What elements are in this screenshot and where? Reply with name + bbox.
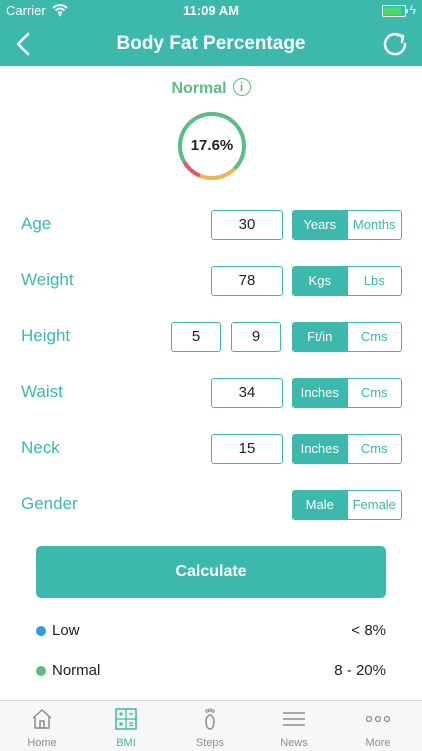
gender-toggle: Male Female (292, 490, 402, 520)
tab-bmi[interactable]: BMI (84, 701, 168, 751)
age-unit-years[interactable]: Years (293, 211, 347, 239)
height-unit-toggle: Ft/in Cms (292, 322, 402, 352)
news-icon (283, 712, 305, 726)
result-status-label: Normal (171, 80, 227, 98)
refresh-icon[interactable] (380, 29, 410, 59)
waist-unit-inches[interactable]: Inches (293, 379, 347, 407)
weight-input[interactable]: 78 (211, 266, 283, 296)
height-feet-input[interactable]: 5 (171, 322, 221, 352)
height-row: Height 5 9 Ft/in Cms (0, 322, 422, 354)
nav-bar: Body Fat Percentage (0, 22, 422, 66)
home-icon (32, 709, 52, 729)
neck-unit-toggle: Inches Cms (292, 434, 402, 464)
tab-home-label: Home (27, 737, 57, 749)
info-icon[interactable]: i (232, 78, 251, 96)
legend-item-normal: Normal 8 - 20% (36, 660, 386, 682)
neck-input[interactable]: 15 (211, 434, 283, 464)
gender-row: Gender Male Female (0, 490, 422, 522)
legend-item-low: Low < 8% (36, 620, 386, 642)
gender-male[interactable]: Male (293, 491, 347, 519)
weight-unit-kgs[interactable]: Kgs (293, 267, 347, 295)
footprint-icon (205, 708, 215, 730)
page-title: Body Fat Percentage (116, 33, 306, 54)
neck-label: Neck (21, 438, 60, 457)
gender-label: Gender (21, 494, 78, 513)
tab-more[interactable]: More (336, 701, 420, 751)
result-status: Normal i (0, 78, 422, 98)
battery-icon (382, 5, 408, 17)
weight-label: Weight (21, 270, 74, 289)
height-inches-input[interactable]: 9 (231, 322, 281, 352)
weight-unit-toggle: Kgs Lbs (292, 266, 402, 296)
legend-range-low: < 8% (351, 622, 386, 639)
result-value: 17.6% (190, 137, 234, 154)
age-unit-toggle: Years Months (292, 210, 402, 240)
calculator-icon (115, 708, 137, 730)
age-unit-months[interactable]: Months (346, 211, 402, 239)
age-input[interactable]: 30 (211, 210, 283, 240)
legend-dot-normal (36, 666, 46, 676)
tab-bar: Home BMI Steps News More (0, 700, 422, 751)
weight-row: Weight 78 Kgs Lbs (0, 266, 422, 298)
tab-bmi-label: BMI (116, 737, 136, 749)
weight-unit-lbs[interactable]: Lbs (346, 267, 402, 295)
height-unit-cms[interactable]: Cms (346, 323, 402, 351)
neck-unit-cms[interactable]: Cms (346, 435, 402, 463)
waist-row: Waist 34 Inches Cms (0, 378, 422, 410)
tab-news[interactable]: News (252, 701, 336, 751)
tab-steps[interactable]: Steps (168, 701, 252, 751)
charging-icon: ϟ (409, 3, 416, 17)
height-unit-ftin[interactable]: Ft/in (293, 323, 347, 351)
tab-more-label: More (365, 737, 391, 749)
status-bar: Carrier 11:09 AM ϟ (0, 0, 422, 22)
clock: 11:09 AM (183, 3, 239, 18)
calculate-button[interactable]: Calculate (36, 546, 386, 598)
tab-home[interactable]: Home (0, 701, 84, 751)
legend-dot-low (36, 626, 46, 636)
gender-female[interactable]: Female (346, 491, 402, 519)
age-row: Age 30 Years Months (0, 210, 422, 242)
waist-input[interactable]: 34 (211, 378, 283, 408)
waist-unit-toggle: Inches Cms (292, 378, 402, 408)
height-label: Height (21, 326, 71, 345)
neck-unit-inches[interactable]: Inches (293, 435, 347, 463)
waist-unit-cms[interactable]: Cms (346, 379, 402, 407)
tab-steps-label: Steps (195, 737, 225, 749)
age-label: Age (21, 214, 52, 233)
legend-name-normal: Normal (52, 662, 101, 679)
legend-range-normal: 8 - 20% (334, 662, 386, 679)
neck-row: Neck 15 Inches Cms (0, 434, 422, 466)
waist-label: Waist (21, 382, 63, 401)
tab-news-label: News (280, 737, 308, 749)
more-icon (366, 715, 390, 723)
legend-name-low: Low (52, 622, 80, 639)
